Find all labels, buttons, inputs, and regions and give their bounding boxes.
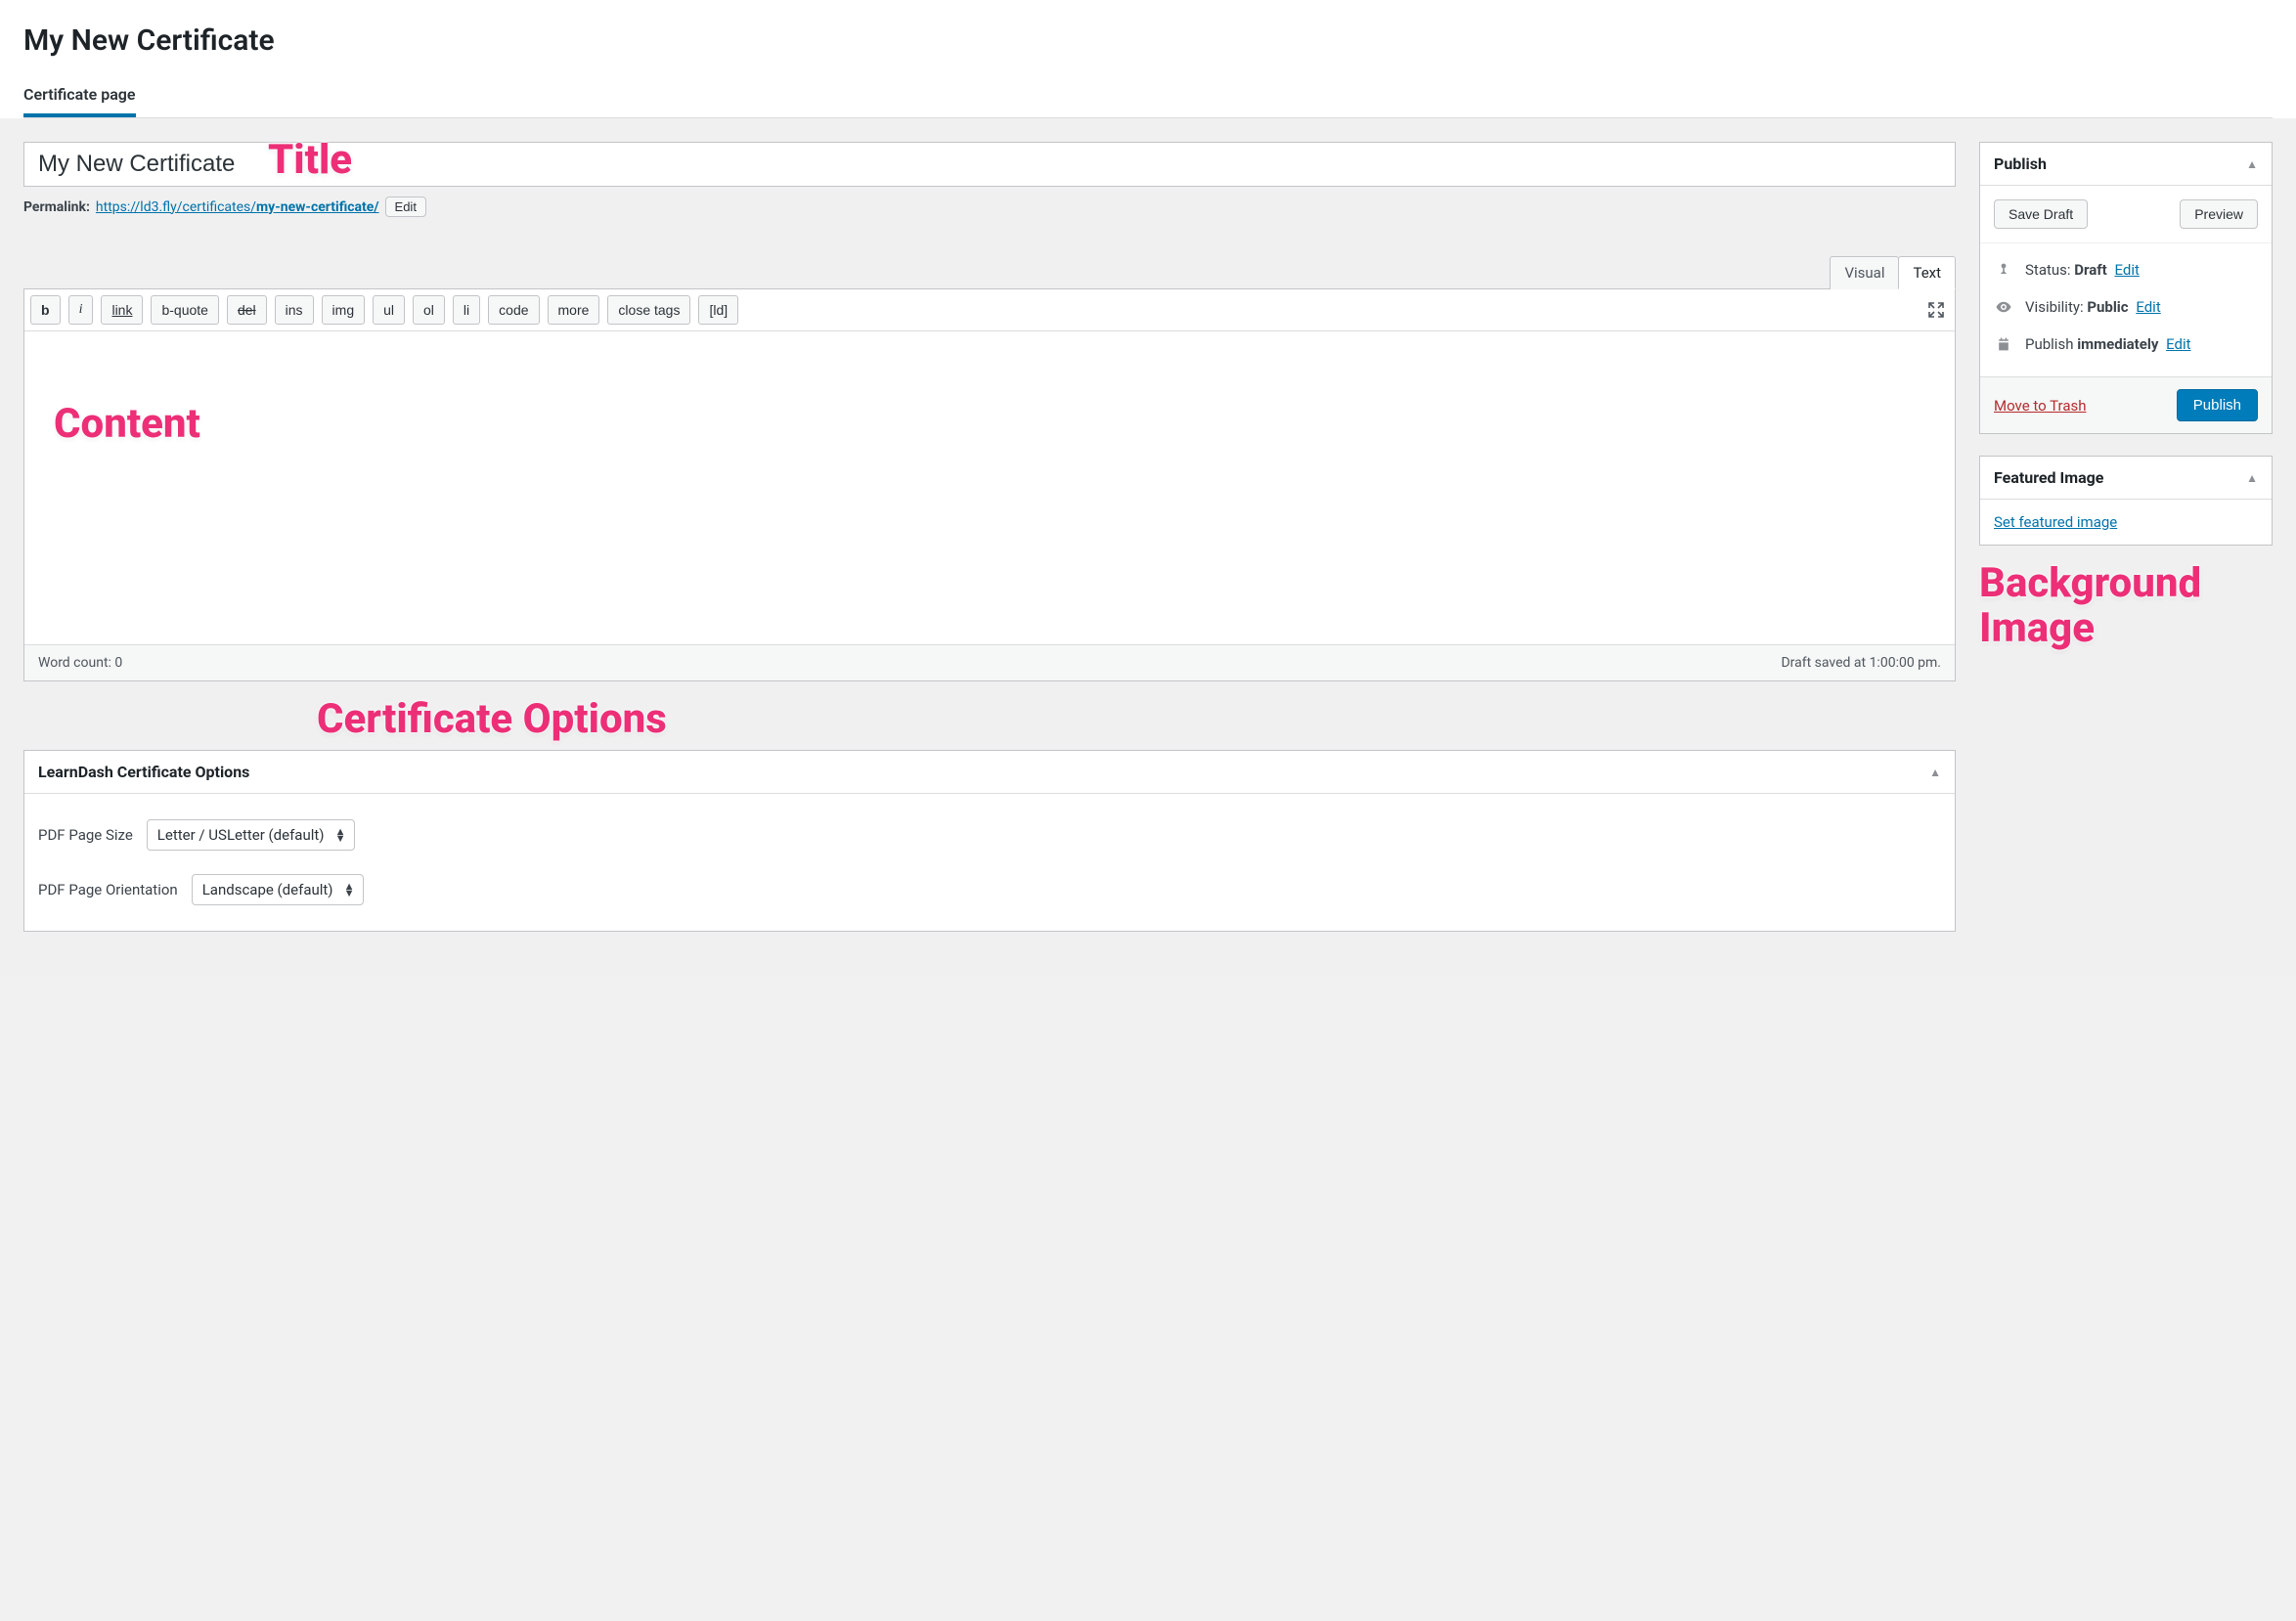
- save-draft-button[interactable]: Save Draft: [1994, 199, 2088, 229]
- post-title-input[interactable]: [23, 142, 1956, 187]
- pdf-size-value: Letter / USLetter (default): [157, 826, 325, 844]
- select-arrows-icon: ▲▼: [344, 883, 355, 897]
- publish-footer: Move to Trash Publish: [1980, 376, 2272, 433]
- pdf-size-select[interactable]: Letter / USLetter (default) ▲▼: [147, 819, 355, 851]
- status-edit-link[interactable]: Edit: [2114, 261, 2139, 279]
- collapse-icon: ▲: [1929, 766, 1941, 779]
- certificate-options: Certificate Options LearnDash Certificat…: [23, 750, 1956, 932]
- collapse-icon: ▲: [2246, 157, 2258, 171]
- qt-blockquote-button[interactable]: b-quote: [151, 295, 218, 325]
- editor-mode-tabs: Visual Text: [23, 256, 1956, 289]
- status-value: Draft: [2074, 261, 2106, 279]
- permalink-row: Permalink: https://ld3.fly/certificates/…: [23, 197, 1956, 217]
- permalink-label: Permalink:: [23, 199, 90, 215]
- qt-ld-shortcode-button[interactable]: [ld]: [698, 295, 738, 325]
- sidebar: Publish ▲ Save Draft Preview Status: Dra…: [1979, 142, 2273, 651]
- qt-more-button[interactable]: more: [548, 295, 600, 325]
- quicktags-toolbar: b i link b-quote del ins img ul ol li co…: [24, 289, 1955, 331]
- qt-link-button[interactable]: link: [101, 295, 143, 325]
- publish-heading: Publish: [1994, 154, 2047, 173]
- publish-metabox: Publish ▲ Save Draft Preview Status: Dra…: [1979, 142, 2273, 434]
- publish-toggle[interactable]: Publish ▲: [1980, 143, 2272, 186]
- qt-li-button[interactable]: li: [453, 295, 480, 325]
- visibility-label: Visibility:: [2025, 298, 2084, 316]
- cert-options-metabox: LearnDash Certificate Options ▲ PDF Page…: [23, 750, 1956, 932]
- title-block: Title Permalink: https://ld3.fly/certifi…: [23, 142, 1956, 217]
- pdf-size-label: PDF Page Size: [38, 826, 133, 844]
- page-title: My New Certificate: [23, 23, 2273, 58]
- pin-icon: [1994, 262, 2013, 278]
- cert-options-body: PDF Page Size Letter / USLetter (default…: [24, 794, 1955, 931]
- status-row: Status: Draft Edit: [1994, 251, 2258, 288]
- editor-content-area[interactable]: Content: [24, 331, 1955, 644]
- page-header: My New Certificate Certificate page: [0, 0, 2296, 118]
- annotation-bg-image: Background Image: [1979, 561, 2273, 651]
- qt-ul-button[interactable]: ul: [373, 295, 405, 325]
- featured-image-metabox: Featured Image ▲ Set featured image: [1979, 456, 2273, 546]
- editor-body: Title Permalink: https://ld3.fly/certifi…: [0, 118, 2296, 977]
- pdf-orientation-select[interactable]: Landscape (default) ▲▼: [192, 874, 364, 905]
- cert-options-toggle[interactable]: LearnDash Certificate Options ▲: [24, 751, 1955, 794]
- publish-button[interactable]: Publish: [2177, 389, 2258, 421]
- visibility-row: Visibility: Public Edit: [1994, 288, 2258, 326]
- visibility-edit-link[interactable]: Edit: [2136, 298, 2160, 316]
- editor-status-bar: Word count: 0 Draft saved at 1:00:00 pm.: [24, 644, 1955, 680]
- preview-button[interactable]: Preview: [2180, 199, 2258, 229]
- editor: Visual Text b i link b-quote del ins img…: [23, 256, 1956, 681]
- pdf-orientation-value: Landscape (default): [202, 881, 333, 898]
- featured-image-toggle[interactable]: Featured Image ▲: [1980, 457, 2272, 500]
- featured-image-heading: Featured Image: [1994, 468, 2103, 487]
- draft-saved: Draft saved at 1:00:00 pm.: [1781, 655, 1941, 671]
- status-label: Status:: [2025, 261, 2071, 279]
- eye-icon: [1994, 298, 2013, 316]
- featured-image-body: Set featured image: [1980, 500, 2272, 545]
- annotation-cert-options: Certificate Options: [317, 695, 667, 743]
- calendar-icon: [1994, 336, 2013, 352]
- qt-img-button[interactable]: img: [322, 295, 366, 325]
- select-arrows-icon: ▲▼: [335, 828, 346, 842]
- editor-tab-visual[interactable]: Visual: [1830, 256, 1899, 289]
- fullscreen-icon[interactable]: [1923, 297, 1949, 323]
- editor-box: b i link b-quote del ins img ul ol li co…: [23, 288, 1956, 681]
- move-to-trash-link[interactable]: Move to Trash: [1994, 397, 2086, 415]
- tab-certificate-page[interactable]: Certificate page: [23, 75, 136, 117]
- cert-options-heading: LearnDash Certificate Options: [38, 763, 249, 781]
- visibility-value: Public: [2087, 298, 2128, 316]
- pdf-size-row: PDF Page Size Letter / USLetter (default…: [38, 808, 1941, 862]
- publish-top-actions: Save Draft Preview: [1980, 186, 2272, 243]
- qt-close-tags-button[interactable]: close tags: [607, 295, 690, 325]
- annotation-content: Content: [54, 400, 200, 448]
- set-featured-image-link[interactable]: Set featured image: [1994, 513, 2117, 531]
- permalink-link[interactable]: https://ld3.fly/certificates/my-new-cert…: [96, 199, 379, 215]
- main-column: Title Permalink: https://ld3.fly/certifi…: [23, 142, 1956, 953]
- nav-tabs: Certificate page: [23, 75, 2273, 118]
- qt-italic-button[interactable]: i: [68, 295, 94, 325]
- permalink-edit-button[interactable]: Edit: [385, 197, 426, 217]
- qt-code-button[interactable]: code: [488, 295, 539, 325]
- pdf-orientation-row: PDF Page Orientation Landscape (default)…: [38, 862, 1941, 917]
- publish-status-rows: Status: Draft Edit Visibility: Public Ed…: [1980, 243, 2272, 376]
- schedule-row: Publish immediately Edit: [1994, 326, 2258, 363]
- schedule-label: Publish: [2025, 335, 2073, 353]
- qt-ol-button[interactable]: ol: [413, 295, 445, 325]
- schedule-value: immediately: [2077, 335, 2158, 353]
- schedule-edit-link[interactable]: Edit: [2166, 335, 2190, 353]
- qt-ins-button[interactable]: ins: [275, 295, 314, 325]
- collapse-icon: ▲: [2246, 471, 2258, 485]
- editor-tab-text[interactable]: Text: [1898, 256, 1956, 289]
- qt-bold-button[interactable]: b: [30, 295, 61, 325]
- pdf-orientation-label: PDF Page Orientation: [38, 881, 178, 898]
- qt-del-button[interactable]: del: [227, 295, 267, 325]
- word-count: Word count: 0: [38, 655, 122, 671]
